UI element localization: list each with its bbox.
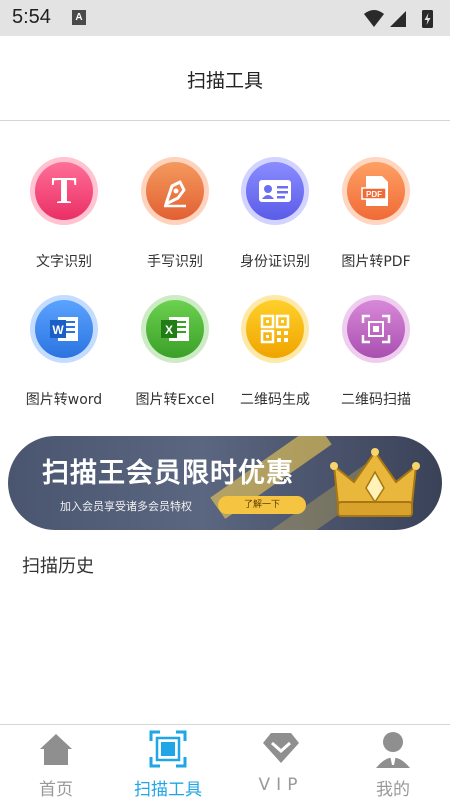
svg-text:W: W: [52, 323, 64, 337]
svg-text:X: X: [165, 323, 173, 337]
tab-profile[interactable]: 我的: [337, 725, 449, 801]
tool-label: 文字识别: [36, 254, 92, 270]
tool-label: 身份证识别: [240, 254, 310, 270]
tool-label: 图片转PDF: [341, 254, 411, 270]
vip-icon: [263, 733, 299, 763]
excel-icon: X: [146, 300, 204, 358]
tab-label: 扫描工具: [134, 780, 202, 800]
tab-home[interactable]: 首页: [0, 725, 112, 801]
status-bar: 5:54 A: [0, 0, 450, 36]
pen-icon: [146, 162, 204, 220]
scan-history-title: 扫描历史: [22, 556, 94, 577]
signal-icon: [390, 11, 406, 27]
tool-label: 图片转Excel: [135, 392, 215, 408]
word-icon: W: [35, 300, 93, 358]
tab-scan-tools[interactable]: 扫描工具: [112, 725, 224, 801]
tool-label: 手写识别: [147, 254, 203, 270]
system-icons: [364, 10, 433, 28]
status-time: 5:54: [12, 6, 51, 28]
tab-vip[interactable]: VIP: [225, 725, 337, 801]
banner-headline: 扫描王会员限时优惠: [42, 458, 294, 489]
learn-more-button[interactable]: 了解一下: [218, 496, 306, 514]
svg-text:PDF: PDF: [366, 190, 382, 199]
pdf-icon: PDF: [347, 162, 405, 220]
title-bar: 扫描工具: [0, 36, 450, 121]
page-title: 扫描工具: [186, 70, 263, 92]
tool-label: 二维码扫描: [341, 392, 411, 408]
text-icon: T: [35, 162, 93, 220]
notification-icon: A: [72, 10, 86, 25]
id-card-icon: [246, 162, 304, 220]
home-icon: [40, 734, 72, 765]
qr-code-icon: [246, 300, 304, 358]
tool-label: 二维码生成: [240, 392, 310, 408]
bottom-tab-bar: 首页 扫描工具 VIP 我的: [0, 724, 450, 800]
tool-label: 图片转word: [25, 392, 103, 408]
qr-scan-icon: [347, 300, 405, 358]
scan-icon: [149, 730, 187, 768]
banner-subtext: 加入会员享受诸多会员特权: [60, 500, 192, 513]
vip-promo-banner[interactable]: 扫描王会员限时优惠 加入会员享受诸多会员特权 了解一下: [8, 436, 442, 530]
wifi-icon: [364, 10, 384, 27]
profile-icon: [376, 732, 410, 768]
tab-label: VIP: [258, 775, 304, 795]
crown-icon: [330, 448, 420, 517]
tab-label: 首页: [39, 780, 73, 800]
tab-label: 我的: [376, 780, 410, 800]
